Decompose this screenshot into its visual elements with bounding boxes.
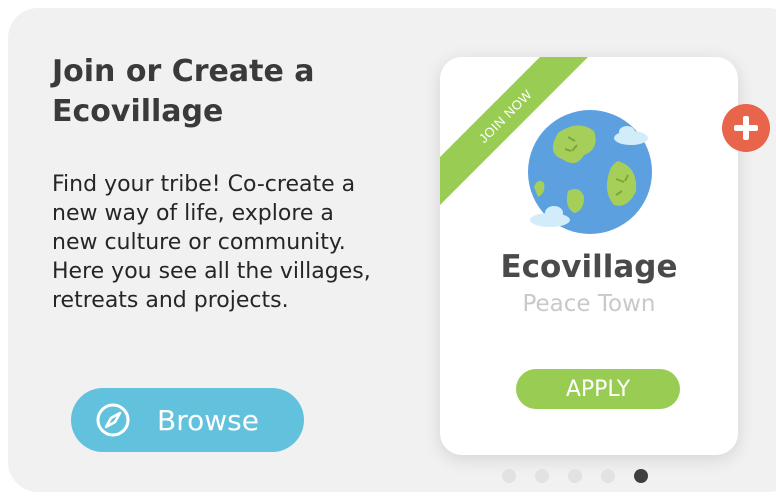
carousel-dot[interactable] <box>601 469 615 483</box>
carousel-dot[interactable] <box>535 469 549 483</box>
browse-button[interactable]: Browse <box>71 388 304 452</box>
ecovillage-card[interactable]: JOIN NOW Ecovillage Peace Town APPLY <box>440 57 738 455</box>
plus-icon[interactable] <box>722 104 770 152</box>
earth-globe-icon <box>528 110 652 234</box>
carousel-dot[interactable] <box>568 469 582 483</box>
intro-description: Find your tribe! Co-create a new way of … <box>52 172 371 313</box>
apply-button[interactable]: APPLY <box>516 369 680 409</box>
browse-button-label: Browse <box>157 403 259 437</box>
carousel-pagination <box>502 469 648 483</box>
card-subtitle: Peace Town <box>522 291 656 317</box>
card-title: Ecovillage <box>500 249 678 285</box>
compass-icon <box>96 403 130 437</box>
carousel-dot[interactable] <box>502 469 516 483</box>
intro-title: Join or Create a Ecovillage <box>52 54 315 129</box>
carousel-dot-active[interactable] <box>634 469 648 483</box>
